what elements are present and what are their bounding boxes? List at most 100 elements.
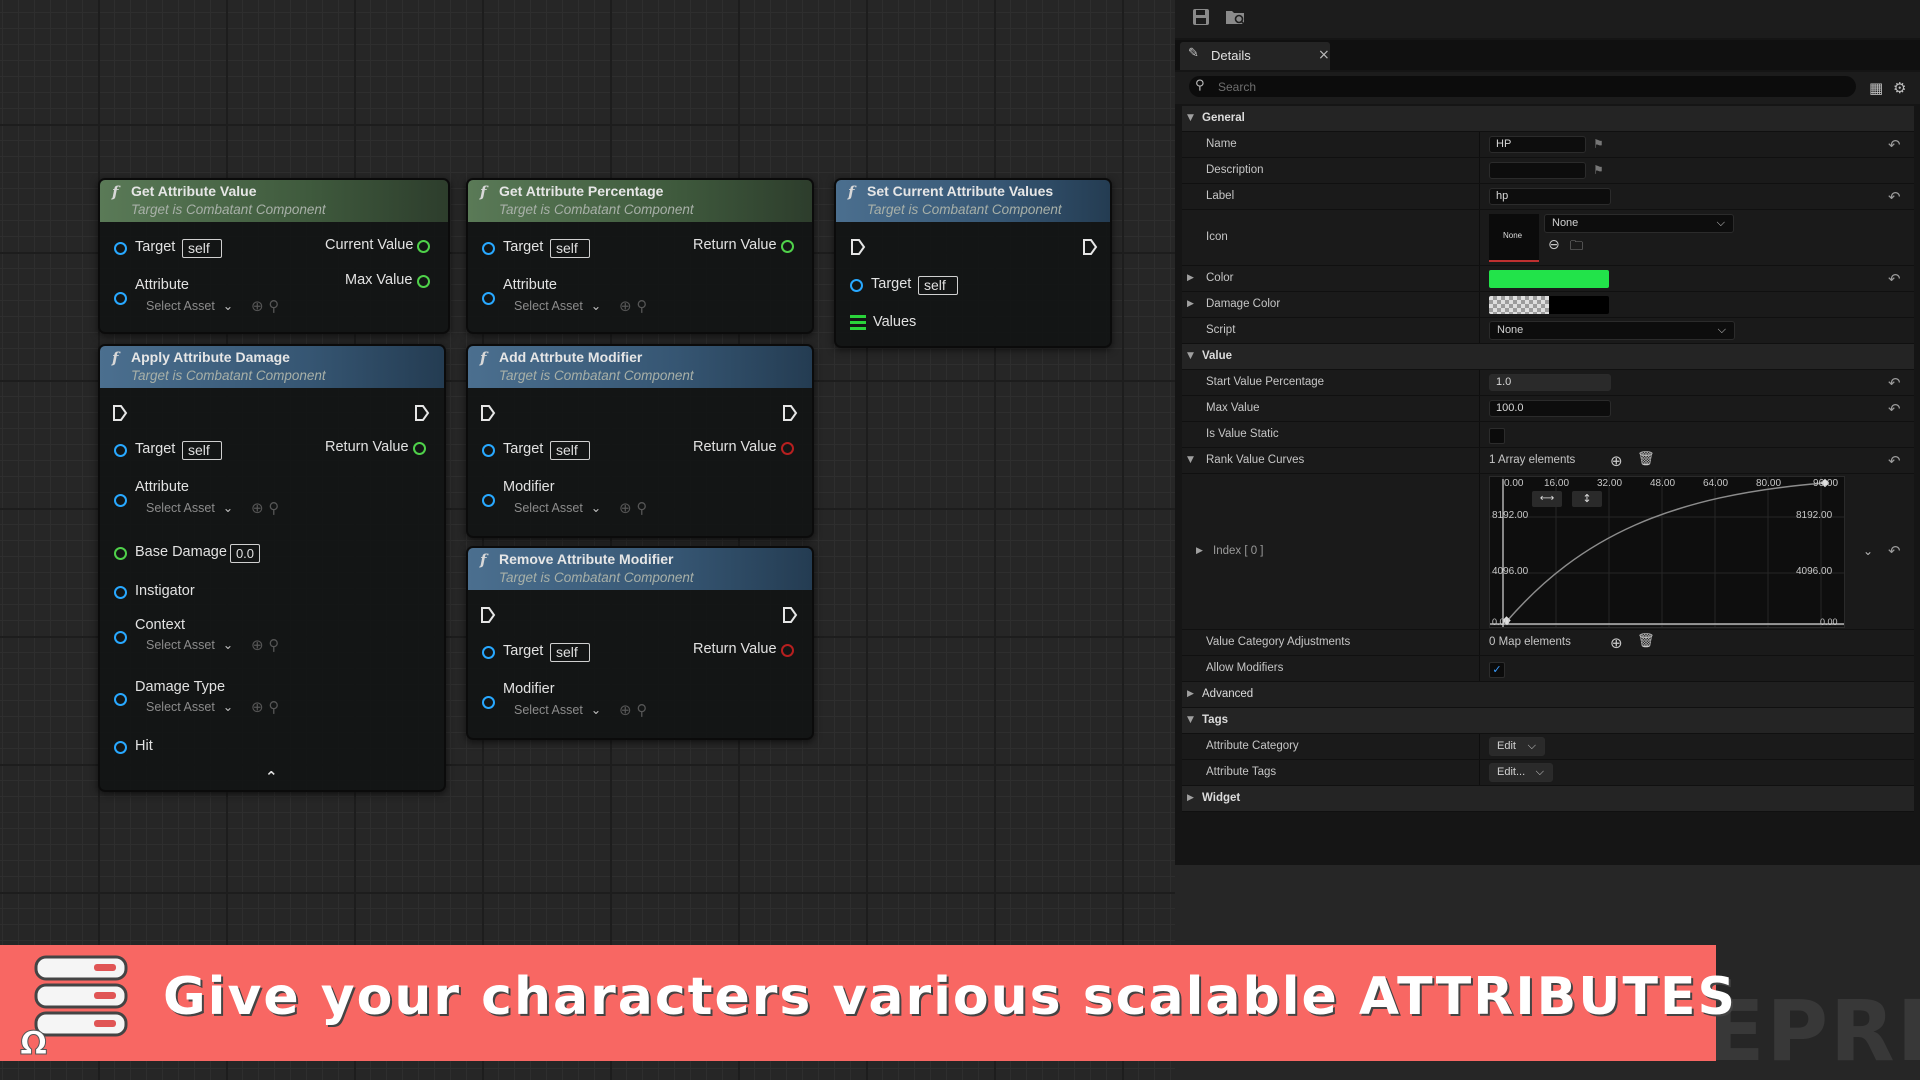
reset-icon[interactable]: ↶ — [1888, 188, 1901, 206]
target-pin[interactable] — [482, 242, 495, 255]
icon-thumbnail[interactable]: None — [1489, 214, 1539, 262]
node-add-attribute-modifier[interactable]: f Add Attrbute Modifier Target is Combat… — [466, 344, 814, 538]
target-self-field[interactable]: self — [550, 441, 590, 460]
base-damage-field[interactable]: 0.0 — [230, 544, 260, 563]
target-pin[interactable] — [850, 279, 863, 292]
max-value-pin[interactable] — [417, 275, 430, 288]
node-apply-attribute-damage[interactable]: f Apply Attribute Damage Target is Comba… — [98, 344, 446, 792]
chevron-down-icon[interactable]: ⌄ — [1863, 544, 1873, 558]
return-value-pin[interactable] — [413, 442, 426, 455]
damage-color-swatch[interactable] — [1489, 296, 1609, 314]
return-value-pin[interactable] — [781, 240, 794, 253]
modifier-pin[interactable] — [482, 696, 495, 709]
flag-icon[interactable]: ⚑ — [1593, 137, 1604, 151]
modifier-pin[interactable] — [482, 494, 495, 507]
select-asset-dropdown[interactable]: Select Asset ⌄ — [146, 637, 233, 652]
reset-icon[interactable]: ↶ — [1888, 400, 1901, 418]
values-array-pin-icon[interactable] — [850, 315, 866, 331]
select-asset-dropdown[interactable]: Select Asset ⌄ — [514, 702, 601, 717]
add-element-icon[interactable]: ⊕ — [1610, 634, 1623, 652]
instigator-pin[interactable] — [114, 586, 127, 599]
select-asset-dropdown[interactable]: Select Asset ⌄ — [146, 298, 233, 313]
add-element-icon[interactable]: ⊕ — [1610, 452, 1623, 470]
target-self-field[interactable]: self — [182, 239, 222, 258]
select-asset-dropdown[interactable]: Select Asset ⌄ — [146, 699, 233, 714]
damage-type-pin[interactable] — [114, 693, 127, 706]
curve-graph[interactable]: 0.00 16.00 32.00 48.00 64.00 80.00 96.00… — [1489, 476, 1845, 628]
fit-horizontal-button[interactable]: ⟷ — [1532, 491, 1562, 507]
asset-browse-icons[interactable]: ⊕ ⚲ — [619, 499, 647, 517]
gear-icon[interactable]: ⚙ — [1893, 79, 1906, 97]
target-self-field[interactable]: self — [550, 643, 590, 662]
reset-icon[interactable]: ↶ — [1888, 136, 1901, 154]
return-value-pin[interactable] — [781, 644, 794, 657]
context-pin[interactable] — [114, 631, 127, 644]
target-pin[interactable] — [114, 444, 127, 457]
tab-details[interactable]: ✎ Details × — [1180, 42, 1330, 70]
max-value-field[interactable]: 100.0 — [1489, 400, 1611, 417]
asset-browse-icons[interactable]: ⊕ ⚲ — [251, 297, 279, 315]
reset-icon[interactable]: ↶ — [1888, 270, 1901, 288]
browse-asset-icon[interactable] — [1225, 8, 1247, 31]
node-get-attribute-value[interactable]: f Get Attribute Value Target is Combatan… — [98, 178, 450, 334]
collapse-chevron-icon[interactable]: ⌃ — [265, 768, 278, 786]
asset-browse-icons[interactable]: ⊕ ⚲ — [251, 499, 279, 517]
reset-icon[interactable]: ↶ — [1888, 542, 1901, 560]
start-value-field[interactable]: 1.0 — [1489, 374, 1611, 391]
asset-browse-icons[interactable]: ⊕ ⚲ — [251, 636, 279, 654]
use-selected-icon[interactable]: ⊖ — [1548, 237, 1560, 253]
fit-vertical-button[interactable]: ↕ — [1572, 491, 1602, 507]
target-self-field[interactable]: self — [550, 239, 590, 258]
attribute-category-edit-button[interactable]: Edit ⌵ — [1489, 737, 1545, 756]
return-value-pin[interactable] — [781, 442, 794, 455]
base-damage-pin[interactable] — [114, 547, 127, 560]
delete-icon[interactable]: 🗑 — [1637, 451, 1655, 467]
category-advanced[interactable]: ▶ Advanced — [1182, 682, 1914, 708]
select-asset-dropdown[interactable]: Select Asset ⌄ — [514, 298, 601, 313]
attribute-pin[interactable] — [482, 292, 495, 305]
target-self-field[interactable]: self — [918, 276, 958, 295]
flag-icon[interactable]: ⚑ — [1593, 163, 1604, 177]
target-pin[interactable] — [482, 646, 495, 659]
target-pin[interactable] — [114, 242, 127, 255]
asset-browse-icons[interactable]: ⊕ ⚲ — [619, 297, 647, 315]
search-input[interactable]: ⚲ Search — [1189, 76, 1856, 97]
asset-browse-icons[interactable]: ⊕ ⚲ — [251, 698, 279, 716]
table-view-icon[interactable]: ▦ — [1869, 79, 1883, 97]
reset-icon[interactable]: ↶ — [1888, 452, 1901, 470]
description-field[interactable] — [1489, 162, 1586, 179]
property-label: Script — [1206, 324, 1236, 336]
expand-arrow-icon: ▶ — [1187, 793, 1194, 803]
category-general[interactable]: ▼ General — [1182, 106, 1914, 132]
color-swatch[interactable] — [1489, 270, 1609, 288]
name-field[interactable]: HP — [1489, 136, 1586, 153]
label-field[interactable]: hp — [1489, 188, 1611, 205]
is-value-static-checkbox[interactable] — [1489, 428, 1505, 444]
script-dropdown[interactable]: None ⌵ — [1489, 321, 1735, 340]
attribute-pin[interactable] — [114, 292, 127, 305]
current-value-pin[interactable] — [417, 240, 430, 253]
save-icon[interactable] — [1192, 8, 1210, 31]
category-widget[interactable]: ▶ Widget — [1182, 786, 1914, 812]
allow-modifiers-checkbox[interactable]: ✓ — [1489, 662, 1505, 678]
node-set-current-attribute-values[interactable]: f Set Current Attribute Values Target is… — [834, 178, 1112, 348]
delete-icon[interactable]: 🗑 — [1637, 633, 1655, 649]
browse-icon[interactable]: 🗀 — [1570, 237, 1583, 259]
hit-pin[interactable] — [114, 741, 127, 754]
node-title: Set Current Attribute Values — [867, 183, 1054, 199]
select-asset-dropdown[interactable]: Select Asset ⌄ — [146, 500, 233, 515]
node-get-attribute-percentage[interactable]: f Get Attribute Percentage Target is Com… — [466, 178, 814, 334]
reset-icon[interactable]: ↶ — [1888, 374, 1901, 392]
asset-browse-icons[interactable]: ⊕ ⚲ — [619, 701, 647, 719]
close-icon[interactable]: × — [1318, 47, 1330, 63]
select-asset-dropdown[interactable]: Select Asset ⌄ — [514, 500, 601, 515]
category-tags[interactable]: ▼ Tags — [1182, 708, 1914, 734]
node-remove-attribute-modifier[interactable]: f Remove Attribute Modifier Target is Co… — [466, 546, 814, 740]
target-pin[interactable] — [482, 444, 495, 457]
attribute-pin[interactable] — [114, 494, 127, 507]
function-icon: f — [112, 349, 119, 367]
category-value[interactable]: ▼ Value — [1182, 344, 1914, 370]
target-self-field[interactable]: self — [182, 441, 222, 460]
attribute-tags-edit-button[interactable]: Edit... ⌵ — [1489, 763, 1553, 782]
icon-dropdown[interactable]: None ⌵ — [1544, 214, 1734, 233]
